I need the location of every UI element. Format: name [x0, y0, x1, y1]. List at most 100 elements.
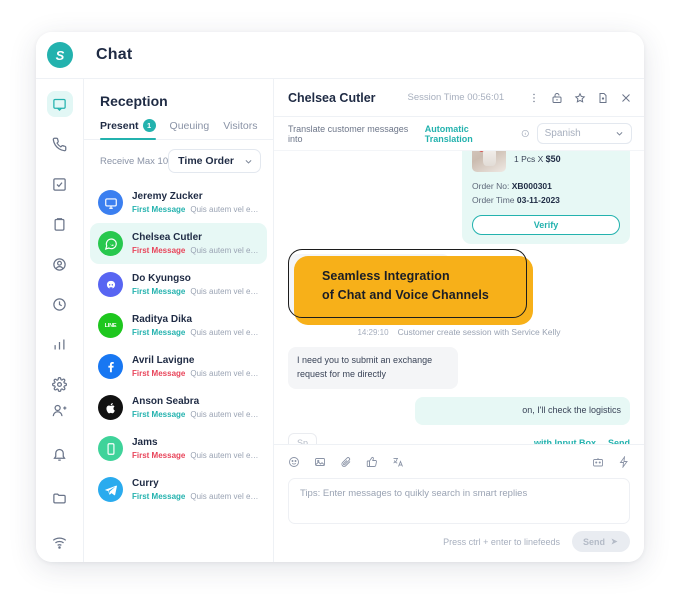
emoji-icon[interactable] [288, 456, 300, 468]
order-time-label: Order Time [472, 194, 515, 205]
sidebar-item-chat[interactable] [46, 91, 73, 117]
customer-name: Chelsea Cutler [288, 90, 376, 105]
avatar [98, 436, 123, 461]
star-icon[interactable] [574, 92, 586, 104]
message-preview: Quis autem vel eum iu... [190, 450, 259, 460]
list-item-text: Do Kyungso First Message Quis autem vel eu… [132, 272, 259, 297]
list-item[interactable]: Avril Lavigne First Message Quis autem vel… [90, 346, 267, 387]
quick-reply-pill[interactable]: Sp [288, 432, 318, 444]
verify-button[interactable]: Verify [472, 215, 620, 236]
avatar: LINE [98, 313, 123, 338]
tab-present[interactable]: Present 1 [100, 119, 156, 140]
input-box-link[interactable]: with Input Box [534, 438, 596, 444]
message-preview: Quis autem vel eum iu... [190, 327, 259, 337]
list-item[interactable]: Jeremy Zucker First Message Quis autem vel… [90, 182, 267, 223]
body-row: Reception Present 1 Queuing Visitors Rec… [36, 79, 644, 562]
quick-reply-row: Sp with Input Box Send [288, 432, 630, 444]
page-title: Chat [96, 46, 133, 63]
order-quantity-prefix: 1 Pcs X [514, 154, 544, 165]
thumbs-up-icon[interactable] [366, 456, 378, 468]
send-button[interactable]: Send [571, 531, 630, 552]
message-preview: Quis autem vel eum iu... [190, 409, 259, 419]
contact-subtitle: First Message Quis autem vel eum iu... [132, 409, 259, 420]
sidebar-item-phone[interactable] [47, 131, 73, 157]
lock-icon[interactable] [551, 92, 563, 104]
automatic-translation-link[interactable]: Automatic Translation [425, 124, 514, 144]
list-item-text: Jeremy Zucker First Message Quis autem vel… [132, 190, 259, 215]
session-time: Session Time 00:56:01 [407, 92, 505, 103]
tab-present-label: Present [100, 119, 139, 132]
tab-visitors[interactable]: Visitors [223, 120, 257, 139]
sidebar-item-contacts[interactable] [47, 251, 73, 277]
list-tabs: Present 1 Queuing Visitors [84, 119, 273, 140]
list-item[interactable]: Chelsea Cutler First Message Quis autem ve… [90, 223, 267, 264]
translate-label: Translate customer messages into [288, 123, 409, 144]
list-item-text: JamsFirst Message Quis autem vel eum iu..… [132, 436, 259, 461]
app-window: S Chat Reception Present 1 Queuing Visit… [36, 32, 644, 562]
sidebar-item-clipboard[interactable] [47, 211, 73, 237]
composer-toolbar-right [592, 456, 630, 468]
list-title: Reception [100, 93, 168, 109]
list-item[interactable]: CurryFirst Message Quis autem vel eum iu.… [90, 469, 267, 510]
list-item-text: Avril Lavigne First Message Quis autem vel… [132, 354, 259, 379]
add-user-icon[interactable] [47, 397, 73, 423]
image-icon[interactable] [314, 456, 326, 468]
header-actions [528, 92, 632, 104]
bell-icon[interactable] [47, 441, 73, 467]
composer-toolbar [288, 453, 630, 471]
lightning-icon[interactable] [618, 456, 630, 468]
sidebar-item-settings[interactable] [47, 371, 73, 397]
tab-queuing-label: Queuing [169, 120, 210, 132]
contact-name: Chelsea Cutler [132, 232, 203, 244]
list-item[interactable]: Anson Seabra First Message Quis autem vel … [90, 387, 267, 428]
document-icon[interactable] [597, 92, 609, 104]
status-badge: First Message [132, 204, 186, 214]
sort-order-select[interactable]: Time Order [168, 149, 261, 173]
composer-footer: Press ctrl + enter to linefeeds Send [288, 531, 630, 552]
wifi-icon[interactable] [47, 529, 73, 555]
sidebar-item-history[interactable] [47, 291, 73, 317]
list-item[interactable]: Do Kyungso First Message Quis autem vel eu… [90, 264, 267, 305]
avatar [98, 395, 123, 420]
status-badge: First Message [132, 491, 186, 501]
avatar [98, 354, 123, 379]
contact-name: Anson Seabra [132, 396, 200, 408]
attachment-icon[interactable] [340, 456, 352, 468]
contact-list[interactable]: Jeremy Zucker First Message Quis autem vel… [84, 182, 273, 562]
chevron-down-icon [616, 132, 623, 136]
status-badge: First Message [132, 368, 186, 378]
callout-line-1: Seamless Integration [322, 269, 450, 283]
sidebar-rail-bottom [47, 397, 73, 562]
system-message-text: Customer create session with Service Kel… [397, 327, 561, 338]
list-item[interactable]: JamsFirst Message Quis autem vel eum iu..… [90, 428, 267, 469]
contact-subtitle: First Message Quis autem vel eum iu... [132, 286, 259, 297]
info-icon[interactable] [521, 129, 530, 138]
list-item[interactable]: LINE Raditya Dika First Message Quis autem … [90, 305, 267, 346]
product-thumbnail [472, 151, 506, 172]
translate-icon[interactable] [392, 456, 404, 468]
avatar [98, 272, 123, 297]
tab-visitors-label: Visitors [223, 120, 258, 132]
close-icon[interactable] [620, 92, 632, 104]
message-input[interactable]: Tips: Enter messages to quikly search in… [288, 478, 630, 524]
sidebar-item-tasks[interactable] [47, 171, 73, 197]
system-message: 14:29:10 Customer create session with Se… [288, 327, 630, 337]
folder-icon[interactable] [47, 485, 73, 511]
receive-max-label: Receive Max 10 [100, 155, 169, 167]
robot-icon[interactable] [592, 456, 604, 468]
chevron-down-icon [245, 159, 252, 164]
message-preview: Quis autem vel eum iu... [190, 204, 259, 214]
quick-send-link[interactable]: Send [608, 438, 630, 444]
message-area[interactable]: Sun 1 Pcs X $50 Order No: XB000301 [274, 151, 644, 444]
language-select[interactable]: Spanish [536, 123, 632, 144]
translate-bar: Translate customer messages into Automat… [274, 117, 644, 151]
chat-panel: Chelsea Cutler Session Time 00:56:01 Tra… [274, 79, 644, 562]
contact-subtitle: First Message Quis autem vel eum iu... [132, 204, 259, 215]
tab-queuing[interactable]: Queuing [170, 120, 210, 139]
order-no-value: XB000301 [511, 181, 552, 191]
status-badge: First Message [132, 450, 186, 460]
callout-line-2: of Chat and Voice Channels [322, 288, 489, 303]
sidebar-item-analytics[interactable] [47, 331, 73, 357]
more-vertical-icon[interactable] [528, 92, 540, 104]
contact-name: Jeremy Zucker [132, 191, 203, 203]
